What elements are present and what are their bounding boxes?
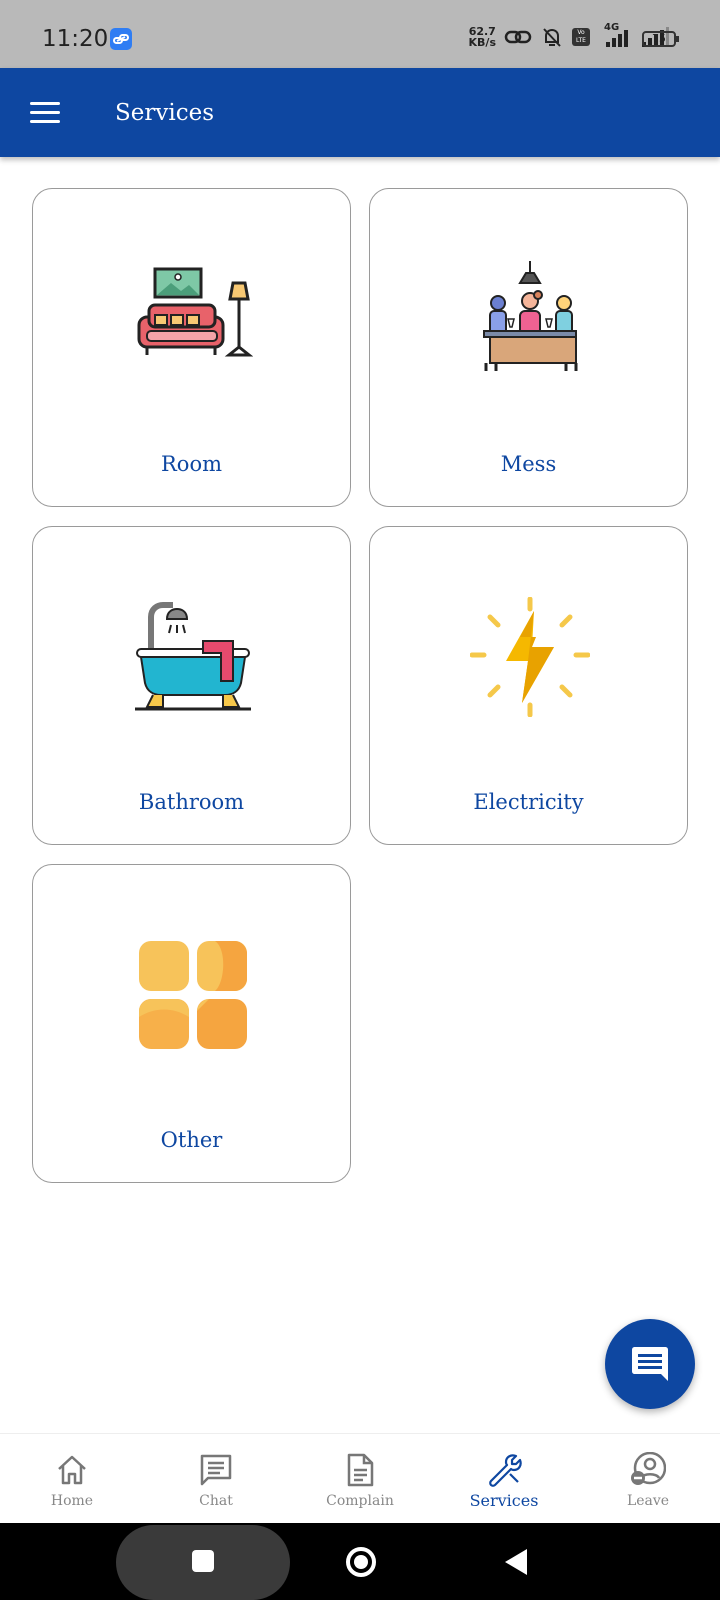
service-label: Bathroom xyxy=(138,790,245,814)
chat-message-icon xyxy=(632,1347,668,1381)
wrench-icon xyxy=(489,1454,522,1487)
battery-indicator: 75 xyxy=(642,31,679,47)
service-card-other[interactable]: Other xyxy=(32,864,351,1183)
nav-label: Complain xyxy=(326,1493,394,1509)
nav-label: Chat xyxy=(199,1493,233,1509)
service-label: Mess xyxy=(500,452,557,476)
net-speed: 62.7 KB/s xyxy=(469,26,496,48)
signal-bars-icon xyxy=(606,30,628,47)
dining-table-icon xyxy=(483,261,578,371)
status-bar: 11:20 62.7 KB/s Vo LTE 4G 75 xyxy=(0,0,720,68)
mute-bell-icon xyxy=(543,28,561,47)
service-card-bathroom[interactable]: Bathroom xyxy=(32,526,351,845)
system-navigation-bar xyxy=(0,1523,720,1600)
hotspot-link-icon xyxy=(504,30,532,44)
grid-tiles-icon xyxy=(139,941,247,1049)
back-triangle-icon[interactable] xyxy=(505,1549,527,1575)
home-circle-icon[interactable] xyxy=(346,1547,376,1577)
service-label: Room xyxy=(160,452,222,476)
net-speed-unit: KB/s xyxy=(468,36,496,49)
service-label: Electricity xyxy=(473,790,584,814)
signal-4g: 4G xyxy=(598,22,632,48)
lightning-bolt-icon xyxy=(470,597,590,717)
service-card-electricity[interactable]: Electricity xyxy=(369,526,688,845)
service-label: Other xyxy=(160,1128,223,1152)
chat-fab-button[interactable] xyxy=(605,1319,695,1409)
nav-label: Services xyxy=(469,1491,539,1510)
volte-icon: Vo LTE xyxy=(572,28,590,46)
nav-label: Leave xyxy=(626,1493,670,1509)
nav-complain[interactable]: Complain xyxy=(288,1434,432,1524)
user-remove-icon xyxy=(631,1452,666,1485)
chat-icon xyxy=(200,1454,232,1486)
sofa-lamp-icon xyxy=(137,267,253,357)
link-icon xyxy=(110,28,132,50)
service-card-mess[interactable]: Mess xyxy=(369,188,688,507)
status-time: 11:20 xyxy=(42,26,109,52)
app-bar: Services xyxy=(0,68,720,157)
nav-label: Home xyxy=(50,1493,94,1509)
document-icon xyxy=(347,1453,374,1487)
recents-square-icon[interactable] xyxy=(192,1550,214,1572)
home-icon xyxy=(58,1455,86,1485)
status-icons: 62.7 KB/s Vo LTE 4G xyxy=(469,22,670,52)
page-title: Services xyxy=(115,100,215,126)
nav-services[interactable]: Services xyxy=(432,1434,576,1524)
bottom-navigation: Home Chat Complain Services Leave xyxy=(0,1433,720,1523)
hamburger-menu-icon[interactable] xyxy=(30,102,60,124)
bathtub-shower-icon xyxy=(135,602,251,711)
nav-chat[interactable]: Chat xyxy=(144,1434,288,1524)
nav-home[interactable]: Home xyxy=(0,1434,144,1524)
service-card-room[interactable]: Room xyxy=(32,188,351,507)
nav-leave[interactable]: Leave xyxy=(576,1434,720,1524)
